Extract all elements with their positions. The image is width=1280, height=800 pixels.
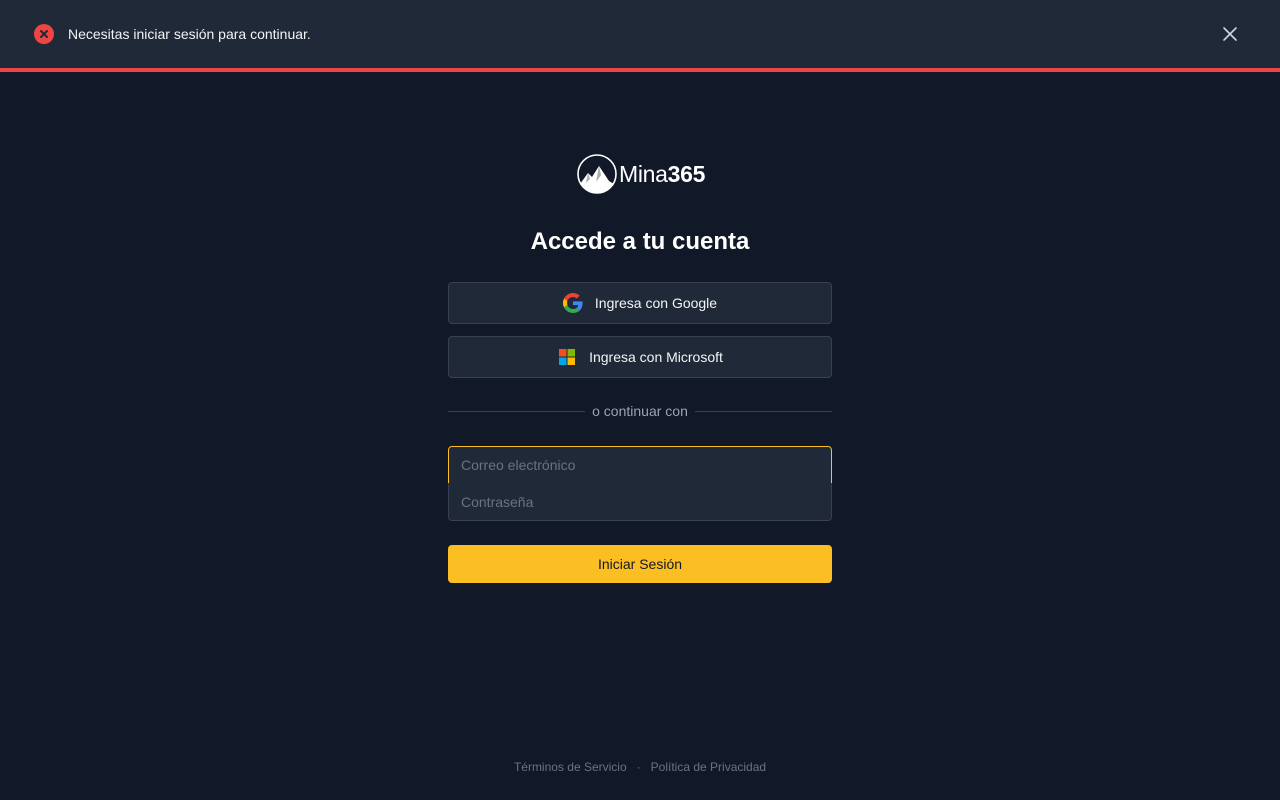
microsoft-icon (557, 347, 577, 367)
signin-submit-button[interactable]: Iniciar Sesión (448, 545, 832, 583)
page-title: Accede a tu cuenta (530, 228, 750, 255)
email-field[interactable] (448, 446, 832, 484)
close-icon[interactable] (1220, 24, 1240, 44)
footer-links: Términos de Servicio · Política de Privaci… (0, 760, 1280, 776)
brand-name: Mina365 (619, 161, 705, 187)
brand-name-light: Mina (619, 161, 668, 187)
error-icon (34, 24, 54, 44)
brand-logo: Mina365 (576, 153, 706, 195)
microsoft-signin-button[interactable]: Ingresa con Microsoft (448, 336, 832, 378)
alert-message: Necesitas iniciar sesión para continuar. (68, 26, 311, 42)
error-alert-banner: Necesitas iniciar sesión para continuar. (0, 0, 1280, 72)
google-signin-label: Ingresa con Google (594, 295, 718, 311)
privacy-link[interactable]: Política de Privacidad (651, 760, 766, 774)
footer-separator: · (636, 760, 641, 774)
google-icon (562, 293, 583, 313)
brand-name-bold: 365 (667, 161, 706, 187)
terms-link[interactable]: Términos de Servicio (514, 760, 627, 774)
microsoft-signin-label: Ingresa con Microsoft (589, 349, 723, 365)
divider-text: o continuar con (592, 403, 688, 419)
mountain-logo-icon (577, 154, 617, 194)
or-divider: o continuar con (448, 402, 832, 420)
google-signin-button[interactable]: Ingresa con Google (448, 282, 832, 324)
password-field[interactable] (448, 483, 832, 521)
